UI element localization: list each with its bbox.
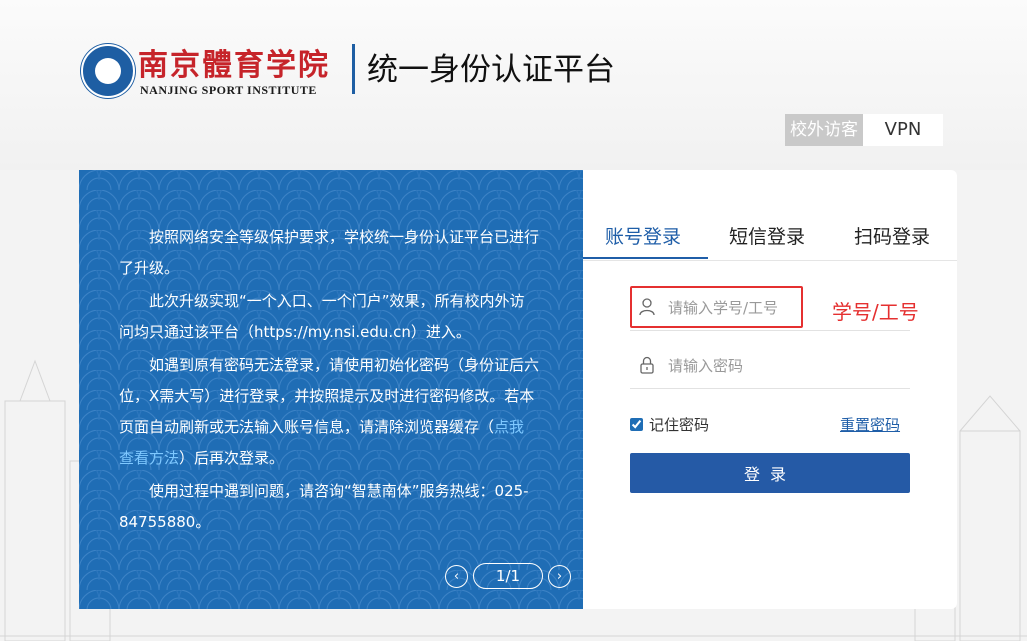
vpn-link[interactable]: VPN bbox=[863, 114, 943, 146]
password-input[interactable] bbox=[666, 351, 900, 381]
page-indicator: 1/1 bbox=[473, 563, 543, 589]
remember-password-label[interactable]: 记住密码 bbox=[649, 414, 709, 435]
username-highlight-box bbox=[630, 286, 803, 328]
school-name-cn: 南京體育学院 bbox=[138, 48, 330, 83]
notice-paragraph: 按照网络安全等级保护要求，学校统一身份认证平台已进行了升级。 bbox=[119, 228, 540, 277]
active-tab-indicator bbox=[583, 257, 708, 259]
login-tabs: 账号登录 短信登录 扫码登录 bbox=[583, 212, 957, 261]
notice-text: 按照网络安全等级保护要求，学校统一身份认证平台已进行了升级。 此次升级实现“一个… bbox=[119, 222, 539, 540]
password-field bbox=[630, 343, 910, 389]
login-panel: 账号登录 短信登录 扫码登录 记住密码 重置密码 登录 bbox=[583, 170, 957, 609]
notice-panel: 按照网络安全等级保护要求，学校统一身份认证平台已进行了升级。 此次升级实现“一个… bbox=[79, 170, 583, 609]
notice-paragraph-end: ）后再次登录。 bbox=[179, 449, 285, 467]
notice-pager: ‹ 1/1 › bbox=[445, 563, 571, 589]
login-button[interactable]: 登录 bbox=[630, 453, 910, 493]
notice-paragraph: 如遇到原有密码无法登录，请使用初始化密码（身份证后六位，X需大写）进行登录，并按… bbox=[119, 350, 539, 474]
remember-password: 记住密码 bbox=[630, 414, 709, 435]
tab-sms-login[interactable]: 短信登录 bbox=[729, 222, 805, 249]
notice-paragraph: 此次升级实现“一个入口、一个门户”效果，所有校内外访问均只通过该平台（https… bbox=[119, 292, 525, 341]
notice-paragraph-text: 如遇到原有密码无法登录，请使用初始化密码（身份证后六位，X需大写）进行登录，并按… bbox=[119, 356, 540, 436]
notice-paragraph: 使用过程中遇到问题，请咨询“智慧南体”服务热线：025-84755880。 bbox=[119, 482, 529, 531]
school-name-en: NANJING SPORT INSTITUTE bbox=[140, 83, 317, 97]
tab-account-login[interactable]: 账号登录 bbox=[605, 222, 681, 249]
school-emblem-logo bbox=[81, 44, 135, 98]
chevron-left-icon[interactable]: ‹ bbox=[445, 564, 468, 588]
remember-password-checkbox[interactable] bbox=[630, 418, 643, 431]
tab-qrcode-login[interactable]: 扫码登录 bbox=[854, 222, 930, 249]
visitor-link[interactable]: 校外访客 bbox=[785, 114, 863, 146]
lock-icon bbox=[639, 356, 655, 378]
reset-password-link[interactable]: 重置密码 bbox=[840, 414, 900, 435]
header-divider bbox=[352, 44, 355, 94]
page-title: 统一身份认证平台 bbox=[367, 52, 615, 88]
chevron-right-icon[interactable]: › bbox=[548, 564, 571, 588]
username-annotation: 学号/工号 bbox=[832, 300, 919, 324]
